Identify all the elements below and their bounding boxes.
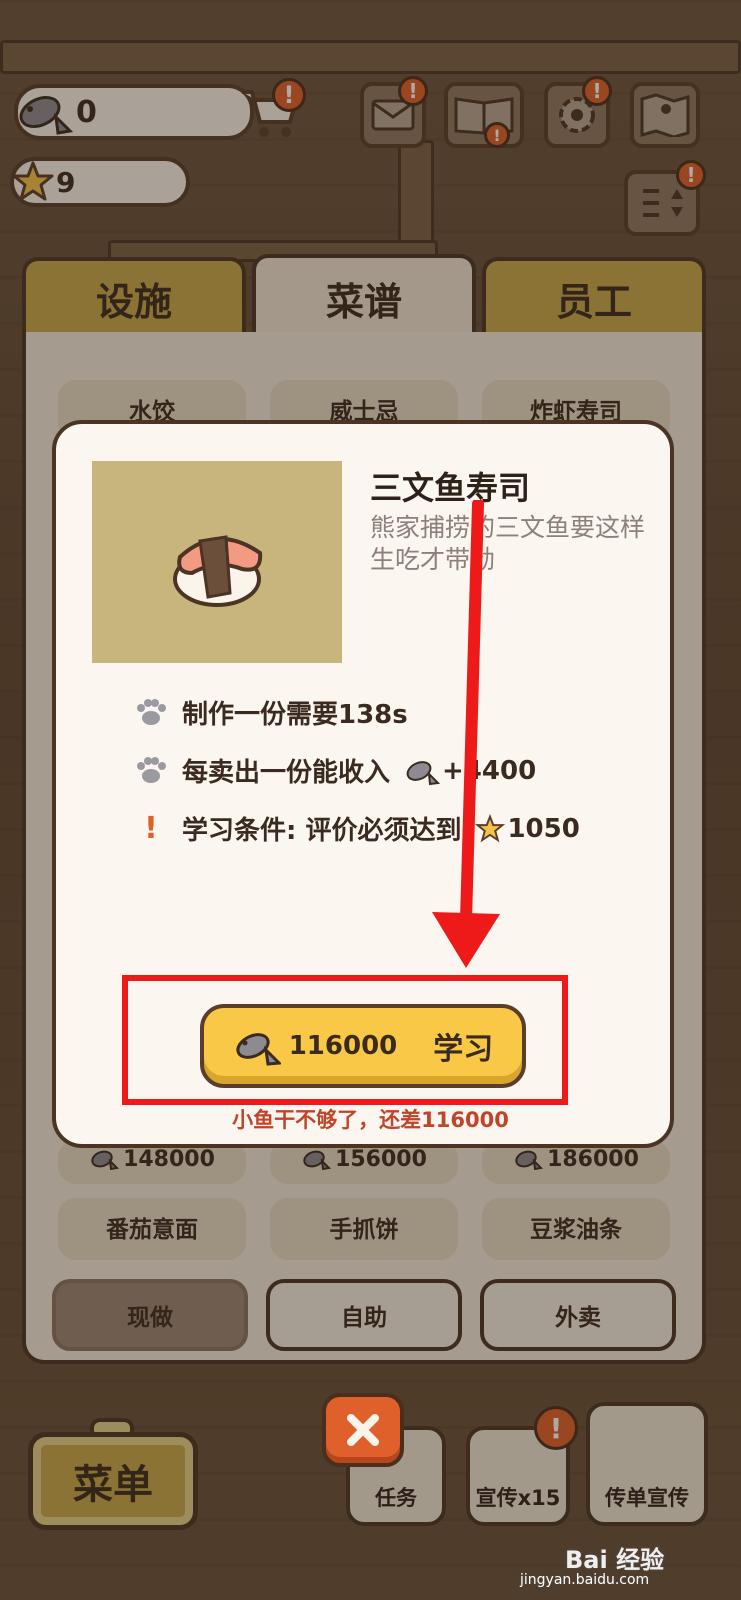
recipe-description: 熊家捕捞的三文鱼要这样生吃才带劲 (370, 513, 646, 574)
income-label: 每卖出一份能收入 (182, 758, 391, 788)
watermark-url: jingyan.baidu.com (520, 1572, 650, 1588)
close-button[interactable] (322, 1393, 404, 1467)
make-time-text: 制作一份需要138s (182, 700, 408, 730)
pointer-arrow (432, 500, 500, 968)
watermark: Bai 经验 (565, 1546, 665, 1574)
make-time-row: 制作一份需要138s (134, 694, 408, 731)
paw-icon (137, 756, 166, 783)
highlight-box (122, 975, 568, 1105)
salmon-sushi-icon (173, 535, 263, 607)
exclamation-icon: ! (144, 811, 158, 846)
requirement-value: 1050 (507, 813, 580, 844)
requirement-row: ! 学习条件: 评价必须达到 1050 (134, 810, 580, 847)
food-image (92, 461, 342, 663)
close-icon (347, 1414, 379, 1446)
paw-icon (137, 698, 166, 725)
insufficient-funds-warning: 小鱼干不够了，还差116000 (232, 1108, 509, 1132)
